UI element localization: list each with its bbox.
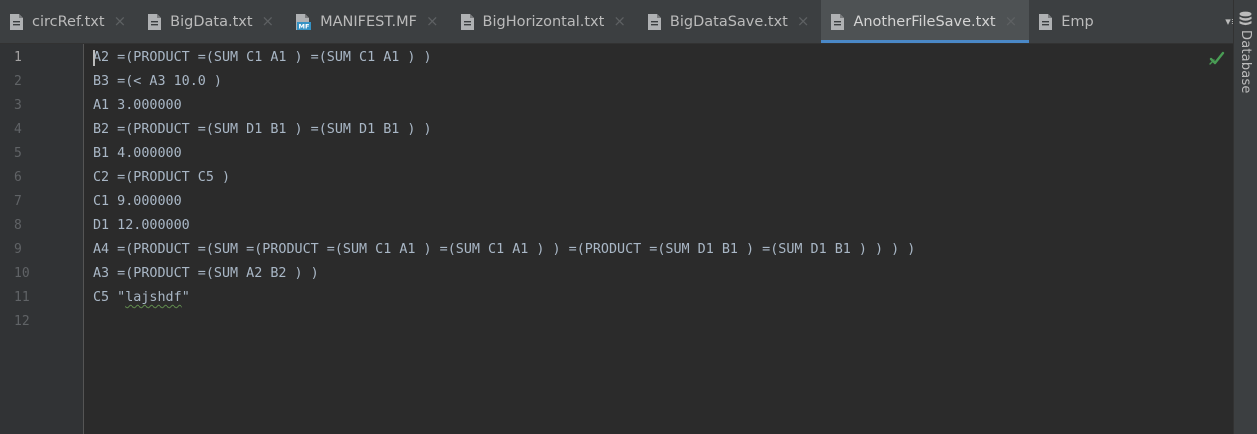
- tab-emp[interactable]: Emp: [1029, 0, 1094, 43]
- tab-bighorizontal-txt[interactable]: BigHorizontal.txt ×: [451, 0, 638, 43]
- tab-label: AnotherFileSave.txt: [853, 13, 996, 30]
- tab-label: circRef.txt: [32, 13, 105, 30]
- tab-label: BigHorizontal.txt: [482, 13, 605, 30]
- line-number: 1: [14, 50, 22, 65]
- line-number: 7: [14, 194, 22, 209]
- database-icon[interactable]: [1238, 11, 1253, 28]
- code-line[interactable]: A2 =(PRODUCT =(SUM C1 A1 ) =(SUM C1 A1 )…: [93, 46, 432, 70]
- close-tab-icon[interactable]: ×: [613, 14, 626, 29]
- tab-bigdatasave-txt[interactable]: BigDataSave.txt ×: [638, 0, 822, 43]
- code-line[interactable]: A1 3.000000: [93, 94, 182, 118]
- typo-highlight: lajshdf: [125, 290, 182, 305]
- code-line[interactable]: B3 =(< A3 10.0 ): [93, 70, 222, 94]
- tab-label: Emp: [1061, 13, 1094, 30]
- line-number-gutter: 1 2 3 4 5 6 7 8 9 10 11 12: [0, 44, 84, 434]
- text-file-icon: [1039, 13, 1053, 30]
- close-tab-icon[interactable]: ×: [426, 14, 439, 29]
- code-line[interactable]: A4 =(PRODUCT =(SUM =(PRODUCT =(SUM C1 A1…: [93, 238, 915, 262]
- line-number: 12: [14, 314, 30, 329]
- close-tab-icon[interactable]: ×: [797, 14, 810, 29]
- code-segment: C5 ": [93, 290, 126, 305]
- manifest-file-icon: MF: [296, 13, 312, 30]
- line-number: 8: [14, 218, 22, 233]
- close-tab-icon[interactable]: ×: [114, 14, 127, 29]
- line-number: 10: [14, 266, 30, 281]
- editor-tab-bar: circRef.txt × BigData.txt × MF MANIFEST.MF × Bi…: [0, 0, 1233, 44]
- tab-label: MANIFEST.MF: [320, 13, 417, 30]
- text-file-icon: [148, 13, 162, 30]
- tab-label: BigData.txt: [170, 13, 253, 30]
- code-line[interactable]: B2 =(PRODUCT =(SUM D1 B1 ) =(SUM D1 B1 )…: [93, 118, 432, 142]
- database-tool-window-label[interactable]: Database: [1238, 30, 1253, 94]
- code-line[interactable]: B1 4.000000: [93, 142, 182, 166]
- code-area[interactable]: A2 =(PRODUCT =(SUM C1 A1 ) =(SUM C1 A1 )…: [93, 44, 1233, 434]
- code-line[interactable]: A3 =(PRODUCT =(SUM A2 B2 ) ): [93, 262, 319, 286]
- text-caret: [93, 50, 95, 66]
- line-number: 2: [14, 74, 22, 89]
- inspection-ok-icon[interactable]: [1209, 50, 1225, 66]
- line-number: 9: [14, 242, 22, 257]
- text-file-icon: [831, 13, 845, 30]
- close-tab-icon[interactable]: ×: [262, 14, 275, 29]
- text-file-icon: [460, 13, 474, 30]
- text-file-icon: [10, 13, 23, 30]
- text-file-icon: [647, 13, 661, 30]
- close-tab-icon[interactable]: ×: [1005, 14, 1018, 29]
- tab-manifest-mf[interactable]: MF MANIFEST.MF ×: [286, 0, 450, 43]
- code-line[interactable]: C2 =(PRODUCT C5 ): [93, 166, 230, 190]
- tab-bigdata-txt[interactable]: BigData.txt ×: [138, 0, 286, 43]
- code-line[interactable]: C1 9.000000: [93, 190, 182, 214]
- code-segment: ": [181, 290, 190, 305]
- line-number: 5: [14, 146, 22, 161]
- tab-label: BigDataSave.txt: [669, 13, 788, 30]
- tab-anotherfilesave-txt[interactable]: AnotherFileSave.txt ×: [821, 0, 1030, 43]
- line-number: 11: [14, 290, 30, 305]
- tab-circref-txt[interactable]: circRef.txt ×: [0, 0, 138, 43]
- code-line[interactable]: D1 12.000000: [93, 214, 190, 238]
- code-editor[interactable]: 1 2 3 4 5 6 7 8 9 10 11 12 A2 =(PRODUCT =(SUM C1 A1…: [0, 44, 1233, 434]
- line-number: 4: [14, 122, 22, 137]
- code-line[interactable]: C5 "lajshdf": [93, 286, 190, 310]
- right-tool-strip: Database: [1233, 0, 1257, 434]
- line-number: 6: [14, 170, 22, 185]
- line-number: 3: [14, 98, 22, 113]
- svg-text:MF: MF: [299, 22, 310, 29]
